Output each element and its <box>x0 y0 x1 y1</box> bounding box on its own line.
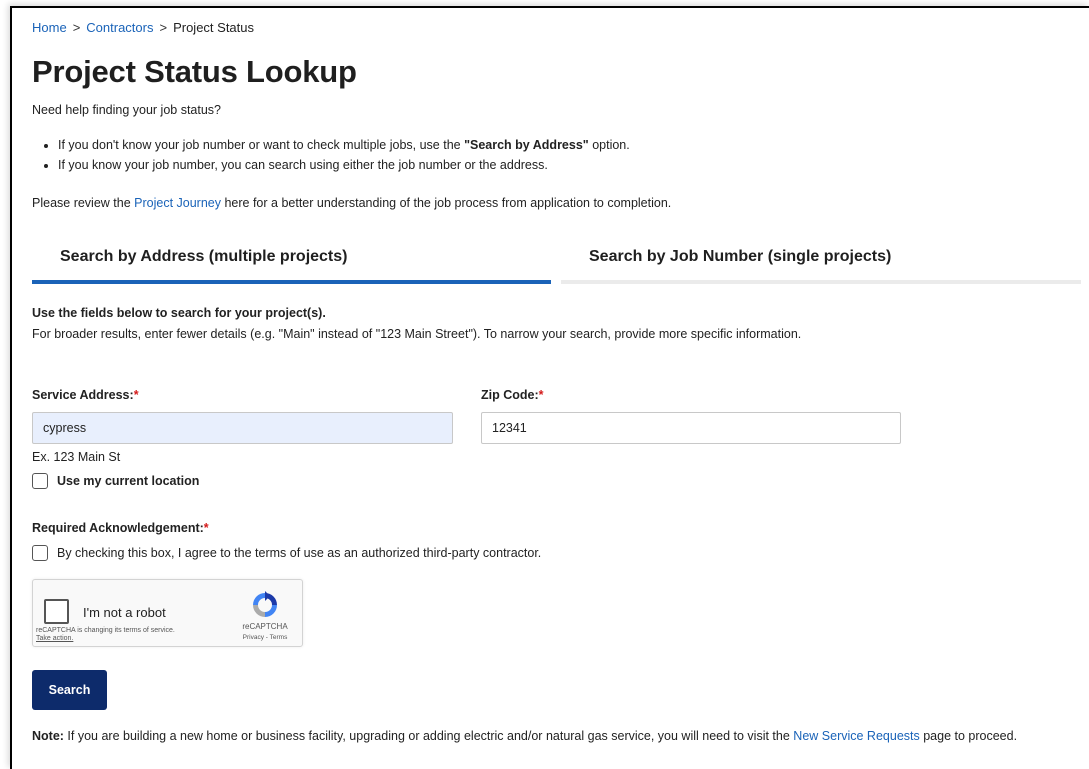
zip-code-label-text: Zip Code: <box>481 388 539 402</box>
tips-list: If you don't know your job number or wan… <box>32 138 630 178</box>
service-address-label: Service Address:* <box>32 388 139 402</box>
search-button[interactable]: Search <box>32 670 107 710</box>
note-label: Note: <box>32 729 64 743</box>
terms-label[interactable]: By checking this box, I agree to the ter… <box>57 546 541 560</box>
recaptcha-label: I'm not a robot <box>83 605 166 620</box>
page-title: Project Status Lookup <box>32 54 357 89</box>
tip1-pre: If you don't know your job number or wan… <box>58 138 465 152</box>
breadcrumb-contractors-link[interactable]: Contractors <box>86 20 153 35</box>
help-text: Need help finding your job status? <box>32 103 222 117</box>
breadcrumb-current: Project Status <box>173 20 255 35</box>
required-mark: * <box>538 388 544 402</box>
terms-checkbox[interactable] <box>32 545 48 561</box>
acknowledgement-label-text: Required Acknowledgement: <box>32 521 204 535</box>
tip-item: If you know your job number, you can sea… <box>58 158 630 172</box>
page-frame: Home > Contractors > Project Status Project … <box>10 6 1089 769</box>
tip1-bold: "Search by Address" <box>464 138 589 152</box>
tip1-post: option. <box>588 138 630 152</box>
journey-pre: Please review the <box>32 196 135 210</box>
tab-address-label: Search by Address (multiple projects) <box>60 248 348 265</box>
acknowledgement-label: Required Acknowledgement:* <box>32 521 209 535</box>
tip-item: If you don't know your job number or wan… <box>58 138 630 152</box>
service-address-input[interactable]: cypress <box>32 412 453 444</box>
note-text: If you are building a new home or busine… <box>63 729 794 743</box>
breadcrumb: Home > Contractors > Project Status <box>32 20 254 35</box>
zip-code-input[interactable]: 12341 <box>481 412 901 444</box>
use-location-row: Use my current location <box>32 473 199 489</box>
breadcrumb-home-link[interactable]: Home <box>32 20 67 35</box>
service-note: Note: If you are building a new home or … <box>32 726 1062 746</box>
service-address-label-text: Service Address: <box>32 388 134 402</box>
note-post: page to proceed. <box>919 729 1018 743</box>
journey-text: Please review the Project Journey here f… <box>32 196 671 210</box>
tab-search-by-address[interactable]: Search by Address (multiple projects) <box>32 236 551 284</box>
project-journey-link[interactable]: Project Journey <box>134 196 221 210</box>
form-intro-heading: Use the fields below to search for your … <box>32 306 326 320</box>
terms-row: By checking this box, I agree to the ter… <box>32 545 541 561</box>
recaptcha-checkbox[interactable] <box>44 599 69 624</box>
zip-code-label: Zip Code:* <box>481 388 544 402</box>
search-tabs: Search by Address (multiple projects) Se… <box>32 236 1081 284</box>
tab-job-label: Search by Job Number (single projects) <box>589 248 892 265</box>
recaptcha-take-action-link[interactable]: Take action. <box>36 635 175 643</box>
recaptcha-widget: I'm not a robot reCAPTCHA is changing it… <box>32 579 303 647</box>
required-mark: * <box>203 521 209 535</box>
address-hint: Ex. 123 Main St <box>32 450 121 464</box>
new-service-requests-link[interactable]: New Service Requests <box>793 729 919 743</box>
recaptcha-brand: reCAPTCHA <box>242 622 288 631</box>
recaptcha-logo-icon <box>253 591 277 617</box>
recaptcha-terms-link[interactable]: Privacy - Terms <box>240 634 290 641</box>
required-mark: * <box>133 388 139 402</box>
use-location-label[interactable]: Use my current location <box>57 474 199 488</box>
form-intro-text: For broader results, enter fewer details… <box>32 327 802 341</box>
breadcrumb-separator: > <box>72 20 81 35</box>
tab-search-by-job-number[interactable]: Search by Job Number (single projects) <box>561 236 1081 284</box>
use-location-checkbox[interactable] <box>32 473 48 489</box>
recaptcha-notice: reCAPTCHA is changing its terms of servi… <box>36 627 175 643</box>
journey-post: here for a better understanding of the j… <box>221 196 672 210</box>
recaptcha-notice-text: reCAPTCHA is changing its terms of servi… <box>36 627 175 634</box>
breadcrumb-separator: > <box>159 20 168 35</box>
